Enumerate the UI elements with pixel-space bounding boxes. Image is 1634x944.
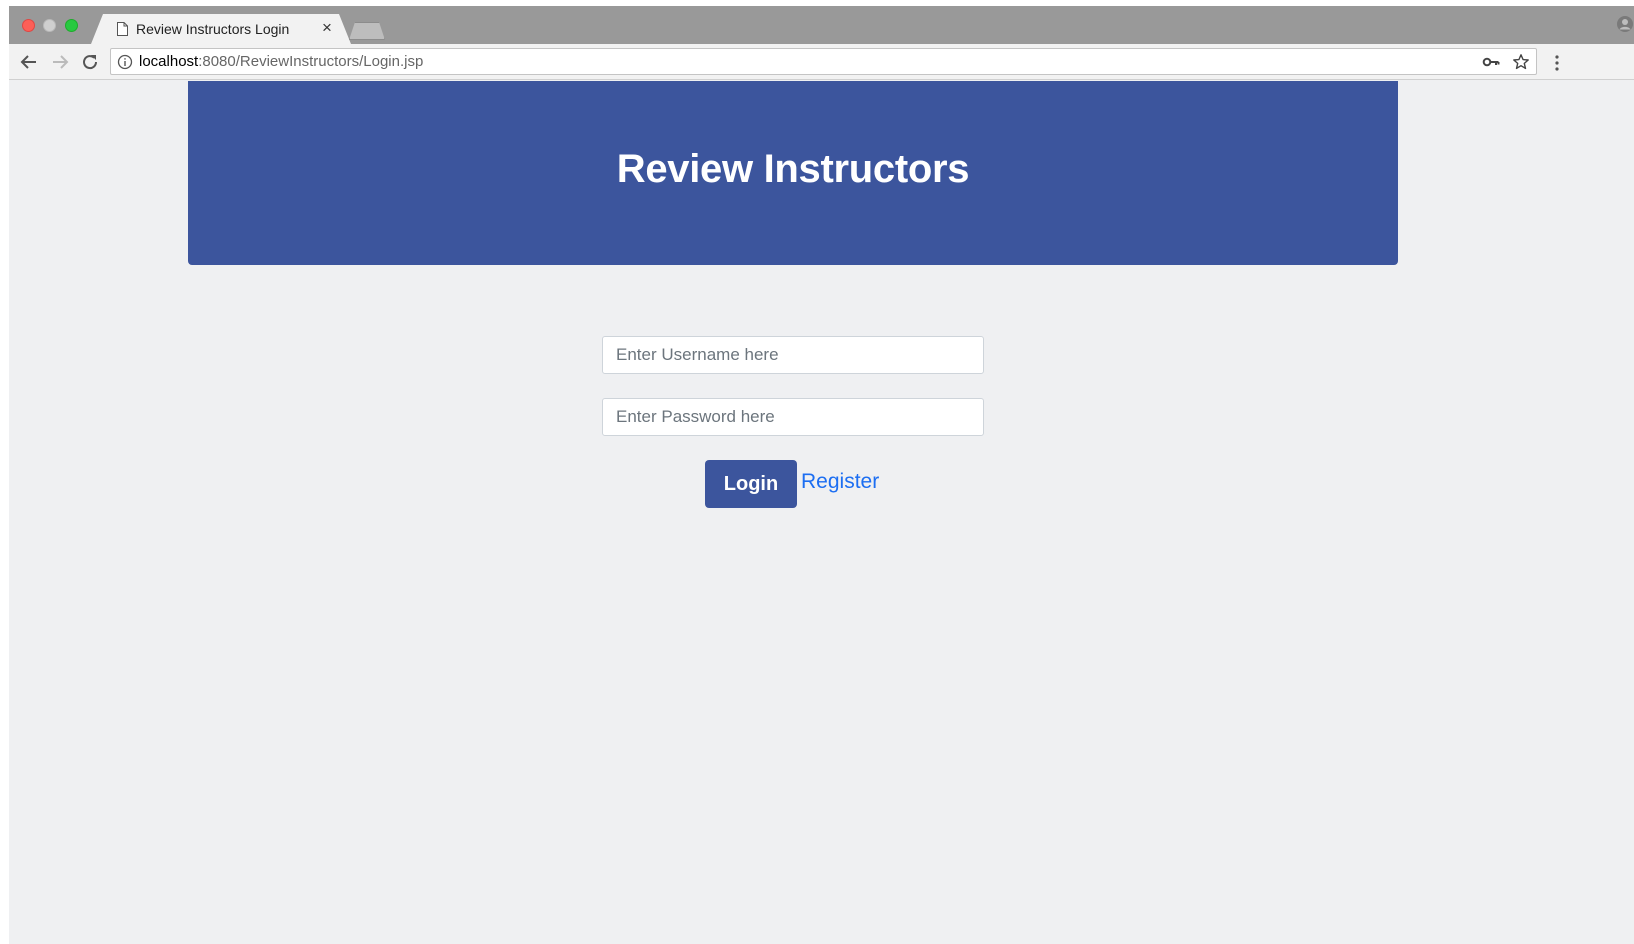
url-text[interactable]: localhost:8080/ReviewInstructors/Login.j…	[139, 53, 423, 70]
close-window-button[interactable]	[22, 19, 35, 32]
document-icon	[117, 22, 128, 36]
maximize-window-button[interactable]	[65, 19, 78, 32]
browser-toolbar: localhost:8080/ReviewInstructors/Login.j…	[9, 44, 1634, 80]
menu-icon[interactable]	[1547, 53, 1567, 73]
profile-icon[interactable]	[1616, 15, 1634, 33]
forward-arrow-icon[interactable]	[49, 51, 71, 73]
page-content: Review Instructors Login Register	[9, 81, 1634, 944]
url-host: localhost	[139, 53, 199, 70]
username-input[interactable]	[602, 336, 984, 374]
minimize-window-button[interactable]	[43, 19, 56, 32]
register-link[interactable]: Register	[801, 470, 879, 494]
url-path: :8080/ReviewInstructors/Login.jsp	[198, 53, 424, 70]
address-bar[interactable]: localhost:8080/ReviewInstructors/Login.j…	[110, 48, 1537, 75]
star-icon[interactable]	[1512, 53, 1530, 71]
password-input[interactable]	[602, 398, 984, 436]
info-icon[interactable]	[117, 54, 133, 70]
tab-close-button[interactable]: ×	[322, 18, 332, 38]
page-title: Review Instructors	[616, 147, 970, 191]
key-icon[interactable]	[1482, 54, 1500, 70]
browser-window: Review Instructors Login × localhost:808…	[9, 6, 1634, 944]
tab-title: Review Instructors Login	[136, 21, 290, 37]
back-arrow-icon[interactable]	[18, 51, 40, 73]
new-tab-button[interactable]	[349, 22, 385, 40]
login-button[interactable]: Login	[705, 460, 797, 508]
tab-strip: Review Instructors Login ×	[9, 6, 1634, 44]
header-banner: Review Instructors	[188, 81, 1398, 265]
reload-icon[interactable]	[79, 51, 101, 73]
browser-tab[interactable]: Review Instructors Login ×	[91, 14, 351, 44]
